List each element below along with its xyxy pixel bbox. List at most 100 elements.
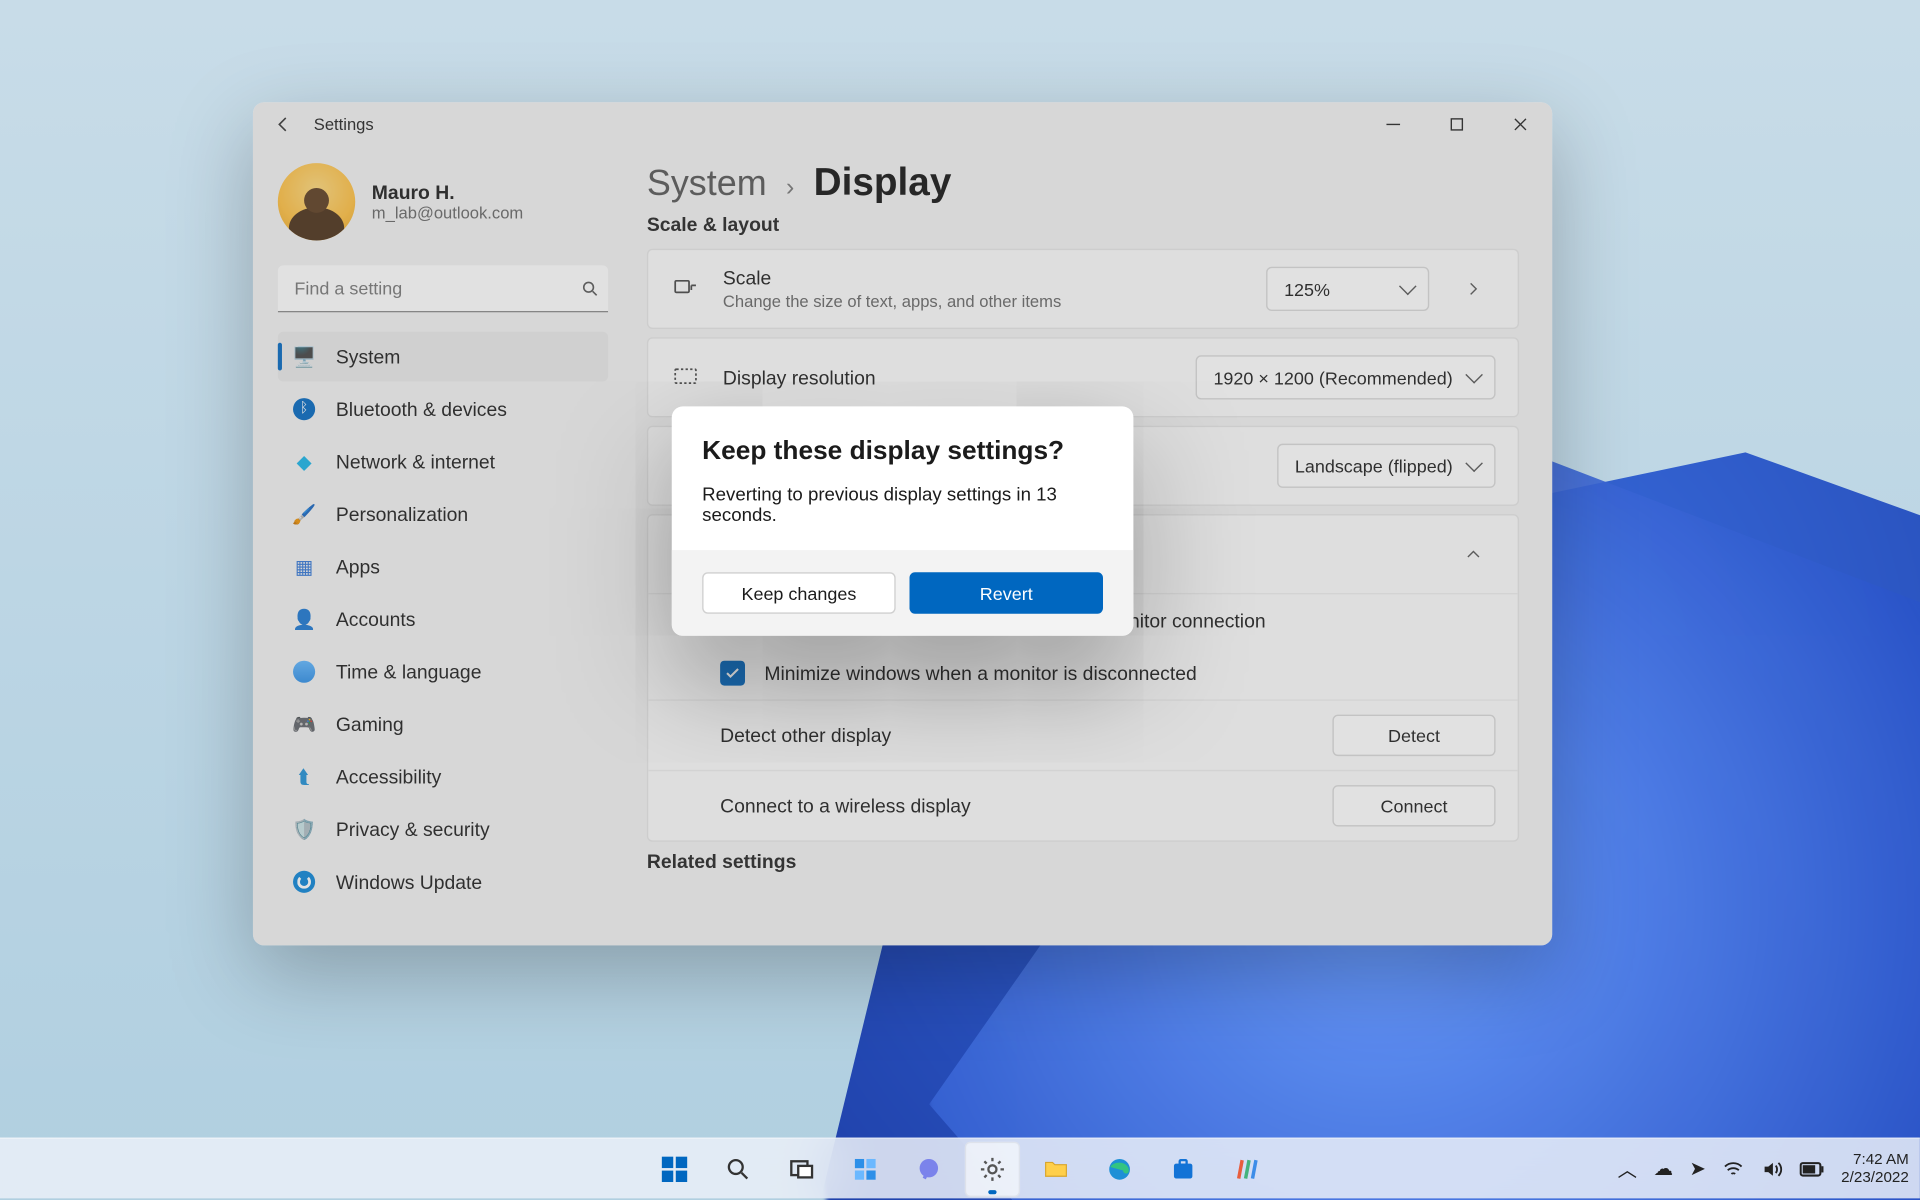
minimize-row[interactable]: Minimize windows when a monitor is disco… <box>648 647 1517 700</box>
user-account-row[interactable]: Mauro H. m_lab@outlook.com <box>278 147 608 266</box>
scale-card: Scale Change the size of text, apps, and… <box>647 249 1519 329</box>
scale-expand-button[interactable] <box>1451 267 1495 311</box>
apps-icon: ▦ <box>292 554 317 579</box>
chevron-up-icon <box>1465 546 1482 563</box>
nav-item-system[interactable]: 🖥️ System <box>278 332 608 382</box>
connect-label: Connect to a wireless display <box>720 795 971 817</box>
taskbar-search-button[interactable] <box>710 1141 765 1196</box>
widgets-icon <box>851 1155 879 1183</box>
gear-icon <box>978 1155 1006 1183</box>
breadcrumb-parent[interactable]: System <box>647 162 767 205</box>
avatar <box>278 163 355 240</box>
maximize-icon <box>1450 117 1464 131</box>
explorer-button[interactable] <box>1028 1141 1083 1196</box>
clock[interactable]: 7:42 AM 2/23/2022 <box>1841 1151 1909 1187</box>
taskbar: ︿ ☁ ➤ 7:42 AM 2/23/2022 <box>0 1138 1920 1199</box>
detect-button[interactable]: Detect <box>1332 715 1495 756</box>
nav-label: Privacy & security <box>336 818 490 840</box>
dialog-message: Reverting to previous display settings i… <box>702 484 1103 525</box>
detect-label: Detect other display <box>720 724 891 746</box>
nav-item-apps[interactable]: ▦ Apps <box>278 542 608 592</box>
nav-item-accessibility[interactable]: ⮬Accessibility <box>278 752 608 802</box>
scale-combo[interactable]: 125% <box>1266 267 1429 311</box>
chevron-right-icon <box>1465 281 1482 298</box>
task-view-button[interactable] <box>773 1141 828 1196</box>
store-button[interactable] <box>1155 1141 1210 1196</box>
keep-settings-dialog: Keep these display settings? Reverting t… <box>672 406 1134 635</box>
chevron-right-icon: › <box>786 173 794 202</box>
close-button[interactable] <box>1489 102 1553 146</box>
nav-label: Personalization <box>336 503 468 525</box>
minimize-button[interactable] <box>1361 102 1425 146</box>
globe-icon <box>292 659 317 684</box>
detect-row: Detect other display Detect <box>648 699 1517 769</box>
scale-sub: Change the size of text, apps, and other… <box>723 292 1244 311</box>
nav-item-gaming[interactable]: 🎮 Gaming <box>278 699 608 749</box>
collapse-button[interactable] <box>1451 532 1495 576</box>
nav-item-update[interactable]: Windows Update <box>278 857 608 907</box>
minimize-checkbox[interactable] <box>720 661 745 686</box>
volume-icon[interactable] <box>1761 1158 1783 1180</box>
display-icon: 🖥️ <box>292 344 317 369</box>
battery-icon[interactable] <box>1800 1160 1825 1177</box>
nav-label: System <box>336 346 401 368</box>
nav-item-privacy[interactable]: 🛡️ Privacy & security <box>278 804 608 854</box>
back-button[interactable] <box>253 102 314 146</box>
stripes-icon <box>1232 1155 1260 1183</box>
onedrive-icon[interactable]: ☁ <box>1654 1157 1673 1180</box>
window-title: Settings <box>314 115 374 134</box>
orientation-combo[interactable]: Landscape (flipped) <box>1277 444 1496 488</box>
system-tray: ︿ ☁ ➤ 7:42 AM 2/23/2022 <box>1618 1151 1909 1187</box>
revert-button[interactable]: Revert <box>909 572 1103 613</box>
start-button[interactable] <box>646 1141 701 1196</box>
close-icon <box>1514 117 1528 131</box>
maximize-button[interactable] <box>1425 102 1489 146</box>
breadcrumb: System › Display <box>647 160 1519 204</box>
nav-item-bluetooth[interactable]: ᛒBluetooth & devices <box>278 384 608 434</box>
chat-button[interactable] <box>901 1141 956 1196</box>
search-icon[interactable] <box>581 279 600 298</box>
location-icon[interactable]: ➤ <box>1690 1157 1706 1180</box>
nav-item-time[interactable]: Time & language <box>278 647 608 697</box>
update-icon <box>292 869 317 894</box>
user-email: m_lab@outlook.com <box>372 203 523 222</box>
resolution-icon <box>670 362 700 392</box>
arrow-left-icon <box>274 115 293 134</box>
resolution-combo[interactable]: 1920 × 1200 (Recommended) <box>1195 355 1495 399</box>
wifi-icon: ◆ <box>292 449 317 474</box>
edge-button[interactable] <box>1091 1141 1146 1196</box>
nav-item-personalization[interactable]: 🖌️ Personalization <box>278 489 608 539</box>
nav-label: Bluetooth & devices <box>336 398 507 420</box>
search-input[interactable] <box>278 265 608 312</box>
connect-button[interactable]: Connect <box>1332 785 1495 826</box>
scale-title: Scale <box>723 267 1244 289</box>
titlebar: Settings <box>253 102 1552 146</box>
resolution-title: Display resolution <box>723 366 1173 388</box>
minimize-icon <box>1386 117 1400 131</box>
person-icon: 👤 <box>292 607 317 632</box>
app-button[interactable] <box>1218 1141 1273 1196</box>
nav-label: Apps <box>336 556 380 578</box>
section-related: Related settings <box>647 850 1519 872</box>
gamepad-icon: 🎮 <box>292 712 317 737</box>
tray-chevron-icon[interactable]: ︿ <box>1618 1155 1637 1183</box>
chat-icon <box>914 1155 942 1183</box>
nav-item-accounts[interactable]: 👤Accounts <box>278 594 608 644</box>
dialog-title: Keep these display settings? <box>702 437 1103 467</box>
brush-icon: 🖌️ <box>292 502 317 527</box>
nav-label: Windows Update <box>336 871 482 893</box>
accessibility-icon: ⮬ <box>292 764 317 789</box>
wifi-tray-icon[interactable] <box>1722 1158 1744 1180</box>
nav-label: Network & internet <box>336 451 495 473</box>
nav-item-network[interactable]: ◆ Network & internet <box>278 437 608 487</box>
nav-label: Gaming <box>336 713 404 735</box>
widgets-button[interactable] <box>837 1141 892 1196</box>
taskbar-settings-button[interactable] <box>964 1141 1019 1196</box>
shield-icon: 🛡️ <box>292 817 317 842</box>
folder-icon <box>1041 1155 1069 1183</box>
breadcrumb-current: Display <box>814 160 952 204</box>
minimize-label: Minimize windows when a monitor is disco… <box>764 662 1196 684</box>
keep-changes-button[interactable]: Keep changes <box>702 572 896 613</box>
search-icon <box>724 1155 752 1183</box>
sidebar: Mauro H. m_lab@outlook.com 🖥️ System ᛒBlu… <box>253 147 633 946</box>
